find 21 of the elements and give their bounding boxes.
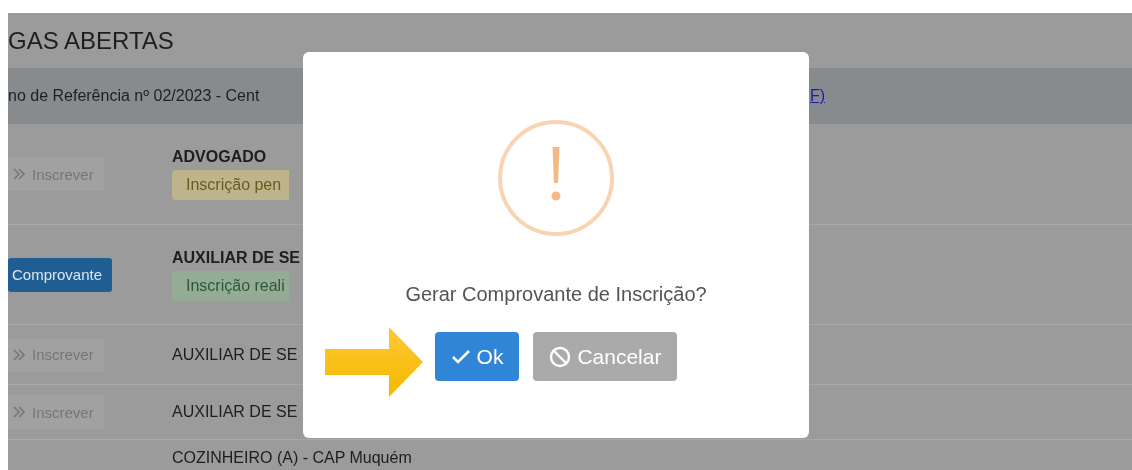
job-title: ADVOGADO xyxy=(172,148,267,166)
cancel-button[interactable]: Cancelar xyxy=(533,332,678,381)
warning-icon xyxy=(497,119,615,237)
ban-icon xyxy=(549,345,572,368)
double-chevron-icon xyxy=(12,347,26,362)
ok-button[interactable]: Ok xyxy=(434,332,520,381)
arrow-icon xyxy=(323,325,425,399)
receipt-button[interactable]: Comprovante xyxy=(8,257,113,292)
double-chevron-icon xyxy=(12,167,26,181)
job-title: AUXILIAR DE SE xyxy=(172,403,298,421)
dialog-message: Gerar Comprovante de Inscrição? xyxy=(405,283,707,306)
job-title: AUXILIAR DE SE xyxy=(172,248,300,267)
double-chevron-icon xyxy=(12,405,26,419)
page-title: GAS ABERTAS xyxy=(8,25,174,56)
job-title: AUXILIAR DE SE xyxy=(172,345,298,364)
status-badge: Inscrição pen xyxy=(172,170,289,200)
job-title: COZINHEIRO (A) - CAP Muquém xyxy=(172,449,412,467)
status-badge: Inscrição reali xyxy=(172,270,289,301)
pdf-link[interactable]: F) xyxy=(810,87,826,105)
check-icon xyxy=(450,348,471,365)
notice-text: no de Referência nº 02/2023 - Cent xyxy=(8,87,260,105)
